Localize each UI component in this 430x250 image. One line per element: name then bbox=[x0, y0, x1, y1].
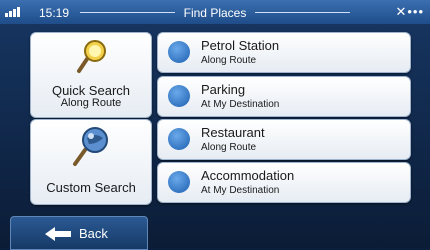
restaurant-icon bbox=[168, 128, 190, 150]
parking-icon bbox=[168, 85, 190, 107]
place-name: Restaurant bbox=[201, 125, 265, 140]
search-globe-icon bbox=[73, 127, 108, 166]
place-sub: At My Destination bbox=[201, 185, 280, 196]
place-name: Petrol Station bbox=[201, 38, 280, 53]
place-item-restaurant[interactable]: Restaurant Along Route bbox=[157, 119, 411, 160]
place-sub: At My Destination bbox=[201, 99, 280, 110]
place-name: Accommodation bbox=[201, 168, 295, 183]
fuel-icon bbox=[168, 41, 190, 63]
back-label: Back bbox=[79, 226, 108, 241]
quick-search-sub: Along Route bbox=[60, 97, 122, 109]
quick-search-button[interactable]: Quick Search Along Route bbox=[30, 32, 152, 118]
place-sub: Along Route bbox=[201, 142, 257, 153]
back-button[interactable]: Back bbox=[10, 216, 148, 250]
place-item-petrol-station[interactable]: Petrol Station Along Route bbox=[157, 32, 411, 73]
place-item-parking[interactable]: Parking At My Destination bbox=[157, 76, 411, 117]
place-item-accommodation[interactable]: Accommodation At My Destination bbox=[157, 162, 411, 203]
status-bar: 15:19 Find Places ✕••• bbox=[0, 0, 430, 24]
back-arrow-icon bbox=[45, 227, 71, 241]
custom-search-label: Custom Search bbox=[46, 180, 136, 195]
quick-search-label: Quick Search bbox=[51, 83, 131, 98]
place-sub: Along Route bbox=[201, 55, 257, 66]
bed-icon bbox=[168, 171, 190, 193]
custom-search-button[interactable]: Custom Search bbox=[30, 119, 152, 205]
status-icons: ✕••• bbox=[395, 4, 424, 19]
place-name: Parking bbox=[201, 82, 246, 97]
screen-title: Find Places bbox=[183, 6, 247, 20]
title-rule-right bbox=[255, 12, 350, 13]
magnifier-icon bbox=[77, 40, 106, 73]
